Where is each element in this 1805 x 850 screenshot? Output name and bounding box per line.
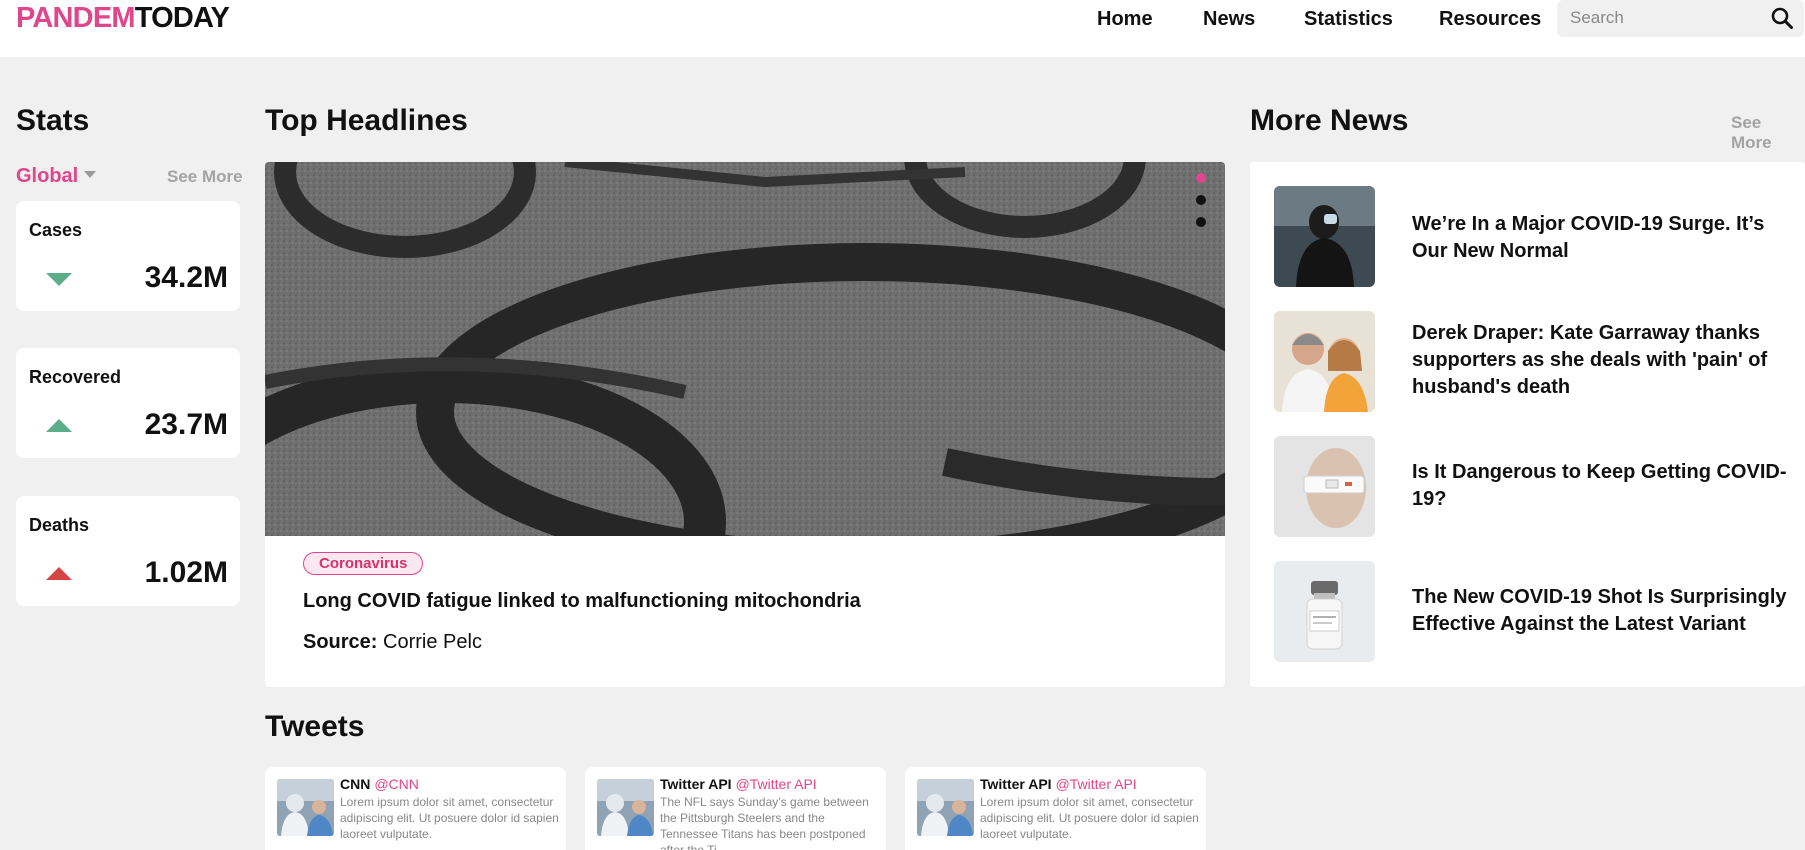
trend-up-icon — [46, 419, 72, 432]
tweet-name: Twitter API — [660, 776, 732, 792]
site-logo[interactable]: PANDEMTODAY — [16, 2, 230, 35]
stat-card-deaths[interactable]: Deaths 1.02M — [16, 496, 240, 606]
news-title: The New COVID-19 Shot Is Surprisingly Ef… — [1412, 586, 1787, 635]
trend-up-icon — [46, 567, 72, 580]
tweet-handle[interactable]: @CNN — [374, 776, 419, 792]
tweet-card[interactable]: Twitter API @Twitter API Lorem ipsum dolo… — [905, 767, 1206, 850]
tweets-title: Tweets — [265, 710, 365, 743]
stat-card-cases[interactable]: Cases 34.2M — [16, 201, 240, 311]
tweet-name: Twitter API — [980, 776, 1052, 792]
news-item[interactable]: We’re In a Major COVID-19 Surge. It’s Ou… — [1274, 186, 1794, 288]
tweet-text: The NFL says Sunday’s game between the P… — [660, 795, 869, 850]
region-label: Global — [16, 165, 79, 187]
stat-card-recovered[interactable]: Recovered 23.7M — [16, 348, 240, 458]
category-tag[interactable]: Coronavirus — [303, 552, 424, 575]
tweet-author: CNN @CNN — [340, 776, 419, 792]
headline-source: Source: Corrie Pelc — [303, 631, 482, 654]
tweet-author: Twitter API @Twitter API — [980, 776, 1137, 792]
trend-down-icon — [46, 273, 72, 286]
headline-card[interactable]: Coronavirus Long COVID fatigue linked to… — [265, 162, 1225, 687]
more-news-see-more-link[interactable]: See More — [1731, 113, 1805, 153]
top-headlines-title: Top Headlines — [265, 104, 468, 137]
nav-home[interactable]: Home — [1097, 8, 1153, 31]
top-header: PANDEMTODAY Home News Statistics Resourc… — [0, 0, 1805, 57]
tweet-card[interactable]: CNN @CNN Lorem ipsum dolor sit amet, cons… — [265, 767, 566, 850]
news-title: We’re In a Major COVID-19 Surge. It’s Ou… — [1412, 213, 1765, 262]
tweet-author: Twitter API @Twitter API — [660, 776, 817, 792]
news-item[interactable]: The New COVID-19 Shot Is Surprisingly Ef… — [1274, 561, 1794, 663]
tweet-avatar — [277, 779, 334, 836]
news-item[interactable]: Derek Draper: Kate Garraway thanks suppo… — [1274, 311, 1794, 413]
search-input[interactable] — [1570, 7, 1760, 29]
carousel-dot-1[interactable] — [1196, 173, 1206, 183]
tweet-card[interactable]: Twitter API @Twitter API The NFL says Sun… — [585, 767, 886, 850]
chevron-down-icon — [84, 171, 97, 178]
source-label: Source: — [303, 631, 378, 653]
tweet-text: Lorem ipsum dolor sit amet, consectetur … — [340, 795, 559, 841]
news-thumbnail — [1274, 436, 1375, 537]
tweet-avatar — [917, 779, 974, 836]
stats-title: Stats — [16, 104, 90, 137]
tweet-text: Lorem ipsum dolor sit amet, consectetur … — [980, 795, 1199, 841]
news-title: Derek Draper: Kate Garraway thanks suppo… — [1412, 322, 1768, 398]
nav-news[interactable]: News — [1203, 8, 1255, 31]
news-thumbnail — [1274, 186, 1375, 287]
carousel-dot-3[interactable] — [1196, 217, 1206, 227]
logo-dark-part: TODAY — [134, 2, 230, 34]
stat-value: 23.7M — [144, 408, 228, 441]
search-icon[interactable] — [1770, 6, 1794, 30]
search-box — [1557, 0, 1804, 37]
headline-title[interactable]: Long COVID fatigue linked to malfunction… — [303, 590, 861, 613]
more-news-panel: We’re In a Major COVID-19 Surge. It’s Ou… — [1250, 162, 1805, 687]
logo-pink-part: PANDEM — [16, 2, 136, 34]
news-title: Is It Dangerous to Keep Getting COVID-19… — [1412, 461, 1787, 510]
stat-label: Cases — [29, 220, 83, 240]
stat-value: 1.02M — [144, 556, 228, 589]
tweet-name: CNN — [340, 776, 371, 792]
stats-see-more-link[interactable]: See More — [167, 167, 243, 187]
news-thumbnail — [1274, 561, 1375, 662]
stat-value: 34.2M — [144, 261, 228, 294]
more-news-title: More News — [1250, 104, 1409, 137]
stat-label: Recovered — [29, 367, 122, 387]
carousel-dot-2[interactable] — [1196, 195, 1206, 205]
news-thumbnail — [1274, 311, 1375, 412]
headline-image — [265, 162, 1225, 536]
region-dropdown[interactable]: Global — [16, 165, 97, 188]
tweet-handle[interactable]: @Twitter API — [736, 776, 817, 792]
tweet-handle[interactable]: @Twitter API — [1056, 776, 1137, 792]
nav-resources[interactable]: Resources — [1439, 8, 1541, 31]
stat-label: Deaths — [29, 515, 90, 535]
nav-statistics[interactable]: Statistics — [1304, 8, 1393, 31]
tweet-avatar — [597, 779, 654, 836]
source-name: Corrie Pelc — [383, 631, 482, 653]
news-item[interactable]: Is It Dangerous to Keep Getting COVID-19… — [1274, 436, 1794, 538]
